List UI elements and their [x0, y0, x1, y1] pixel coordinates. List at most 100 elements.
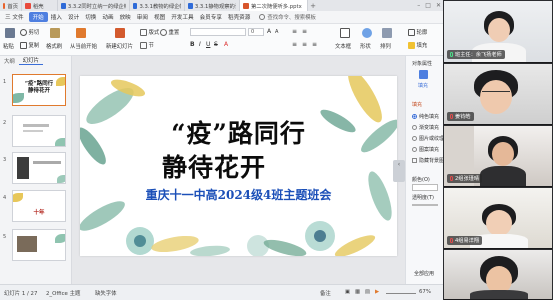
zoom-level[interactable]: 67%	[419, 289, 431, 295]
apply-all-button[interactable]: 全部应用	[414, 270, 434, 277]
numbering-icon[interactable]: ≡	[302, 28, 307, 35]
close-icon[interactable]: ✕	[436, 2, 441, 9]
video-tile-3[interactable]: 2组张瑾晴	[444, 126, 552, 187]
radio-picture-fill[interactable]	[412, 136, 417, 141]
font-color-icon[interactable]: A	[224, 41, 228, 48]
paste-icon[interactable]	[5, 28, 15, 38]
fill-tab-icon[interactable]	[419, 70, 428, 79]
tab-slides[interactable]: 幻灯片	[18, 56, 43, 65]
menu-docer-resources[interactable]: 稻壳资源	[225, 13, 253, 21]
option-gradient-fill[interactable]: 渐变填充	[412, 124, 439, 131]
tab-docer[interactable]: 稻壳	[22, 0, 58, 11]
format-painter-button[interactable]: 格式刷	[46, 42, 62, 50]
new-slide-button[interactable]: 新建幻灯片	[106, 42, 133, 50]
slide-title-line2[interactable]: 静待花开	[162, 148, 266, 184]
menu-insert[interactable]: 插入	[48, 13, 65, 21]
tab-outline[interactable]: 大纲	[0, 57, 19, 65]
radio-pattern-fill[interactable]	[412, 147, 417, 152]
outline-button[interactable]: 轮廓	[408, 28, 427, 36]
transparency-slider[interactable]	[412, 204, 438, 206]
menu-file[interactable]: 三 文件	[2, 13, 27, 21]
tab-home[interactable]: 首页	[0, 0, 22, 11]
shape-icon[interactable]	[362, 28, 372, 38]
panel-collapse-handle[interactable]: ‹	[393, 160, 405, 182]
slide-thumbnail-4[interactable]: 十年	[12, 190, 66, 222]
arrange-button[interactable]: 排列	[380, 42, 391, 50]
menu-design[interactable]: 设计	[65, 13, 82, 21]
fill-button[interactable]: 填充	[408, 41, 427, 49]
command-search[interactable]: 查找命令、搜索模板	[259, 13, 316, 21]
scissors-icon	[20, 28, 27, 36]
new-slide-label: 新建幻灯片	[106, 44, 133, 50]
video-tile-1[interactable]: 班主任：余飞扬老师	[444, 1, 552, 63]
menu-home[interactable]: 开始	[28, 12, 48, 22]
play-slideshow-icon[interactable]: ▶	[375, 289, 379, 295]
current-slide[interactable]: “疫”路同行 静待花开 重庆十一中高2024级4班主题班会	[80, 76, 397, 256]
arrange-icon[interactable]	[382, 28, 392, 38]
tab-doc-2[interactable]: 3.3.1教物的绿企幅问题	[130, 0, 185, 11]
fill-tab-label[interactable]: 填充	[418, 82, 428, 89]
slide-thumbnail-1[interactable]: “疫”路同行 静待花开	[12, 74, 66, 106]
bold-icon[interactable]: B	[190, 41, 195, 48]
menu-transition[interactable]: 切换	[82, 13, 99, 21]
option-pattern-fill[interactable]: 图案填充	[412, 146, 439, 153]
slide-thumbnail-3[interactable]	[12, 152, 66, 184]
align-right-icon[interactable]: ≡	[312, 41, 317, 48]
minimize-icon[interactable]: –	[417, 2, 420, 9]
reset-button[interactable]: 重置	[160, 28, 179, 36]
menu-review[interactable]: 审阅	[134, 13, 151, 21]
checkbox-hide-background[interactable]	[412, 158, 417, 163]
shape-button[interactable]: 形状	[360, 42, 371, 50]
cut-button[interactable]: 剪切	[20, 28, 39, 36]
underline-icon[interactable]: U	[206, 41, 210, 48]
zoom-slider[interactable]	[386, 293, 416, 294]
missing-font-button[interactable]: 缺失字体	[95, 289, 117, 297]
format-painter-icon[interactable]	[50, 28, 60, 38]
font-name-dropdown[interactable]	[190, 28, 246, 36]
decrease-font-icon[interactable]: A	[275, 29, 278, 35]
video-tile-4[interactable]: 4组易洋翔	[444, 188, 552, 249]
video-tile-2[interactable]: 姜钧皓	[444, 64, 552, 125]
menu-slideshow[interactable]: 放映	[117, 13, 134, 21]
tab-active-pptx[interactable]: 第二次随便听多.pptx	[240, 0, 308, 11]
leaf-decoration	[13, 193, 23, 202]
strikethrough-icon[interactable]: S	[214, 41, 218, 48]
slide-thumbnail-2[interactable]	[12, 115, 66, 147]
font-size-dropdown[interactable]: 0	[248, 28, 264, 36]
menu-animation[interactable]: 动画	[99, 13, 116, 21]
section-button[interactable]: 节	[140, 41, 154, 49]
video-tile-5[interactable]	[444, 250, 552, 300]
align-center-icon[interactable]: ≡	[302, 41, 307, 48]
new-slide-icon[interactable]	[115, 28, 125, 38]
view-normal-icon[interactable]: ▣	[345, 289, 350, 295]
increase-font-icon[interactable]: A	[267, 28, 271, 35]
menu-developer[interactable]: 开发工具	[168, 13, 196, 21]
slide-title-line1[interactable]: “疫”路同行	[80, 114, 397, 150]
from-current-button[interactable]: 从当前开始	[70, 42, 97, 50]
tab-doc-3[interactable]: 3.3.1静物观察的详情	[185, 0, 240, 11]
view-reading-icon[interactable]: ▤	[365, 289, 370, 295]
notes-button[interactable]: 备注	[320, 289, 331, 297]
radio-solid-fill[interactable]	[412, 114, 417, 119]
bullets-icon[interactable]: ≡	[292, 28, 297, 35]
text-box-button[interactable]: 文本框	[335, 42, 351, 50]
new-tab-button[interactable]: +	[308, 2, 318, 10]
radio-gradient-fill[interactable]	[412, 125, 417, 130]
view-sorter-icon[interactable]: ▦	[355, 289, 360, 295]
slide-subtitle[interactable]: 重庆十一中高2024级4班主题班会	[80, 186, 397, 203]
tab-doc-1[interactable]: 3.3.2同时立纳一的绿企幅问题	[58, 0, 130, 11]
layout-button[interactable]: 版式	[140, 28, 159, 36]
paste-button[interactable]: 粘贴	[3, 42, 14, 50]
italic-icon[interactable]: I	[199, 41, 201, 48]
option-solid-fill[interactable]: 纯色填充	[412, 113, 439, 120]
play-from-current-icon[interactable]	[76, 28, 86, 38]
slide-thumbnail-5[interactable]	[12, 229, 66, 261]
maximize-icon[interactable]: □	[425, 2, 431, 9]
align-left-icon[interactable]: ≡	[292, 41, 297, 48]
reset-label: 重置	[168, 30, 180, 36]
menu-member[interactable]: 会员专享	[197, 13, 225, 21]
text-box-icon[interactable]	[340, 28, 350, 38]
menu-view[interactable]: 视图	[151, 13, 168, 21]
color-picker[interactable]	[412, 184, 438, 191]
copy-button[interactable]: 复制	[20, 41, 39, 49]
